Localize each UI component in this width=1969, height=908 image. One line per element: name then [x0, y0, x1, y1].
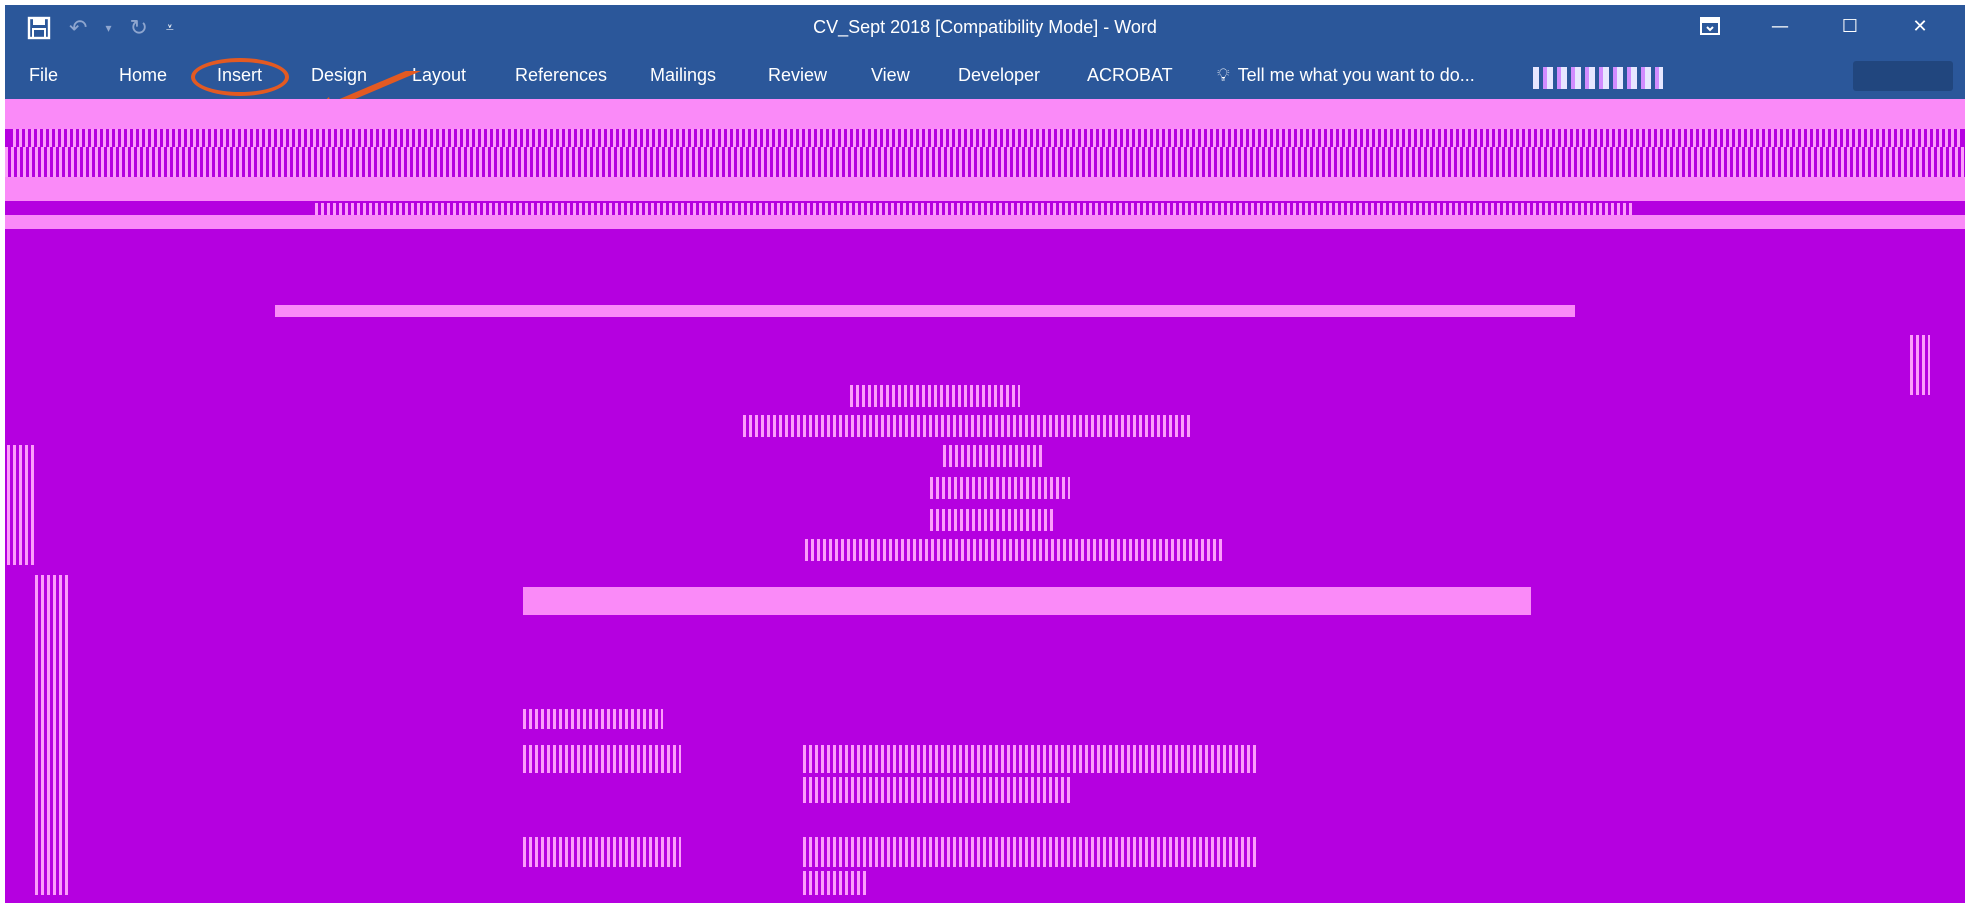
left-margin-noise	[35, 575, 69, 895]
ribbon-bottom-edge	[5, 215, 1965, 229]
ribbon-tabs: File Home Insert Design Layout Reference…	[5, 53, 1965, 117]
insert-highlight-circle	[191, 58, 289, 96]
document-title: CV_Sept 2018 [Compatibility Mode] - Word	[813, 17, 1157, 37]
doc-value-2	[803, 777, 1071, 803]
doc-label-3	[523, 837, 681, 867]
tab-developer[interactable]: Developer	[958, 65, 1040, 86]
doc-label-1	[523, 709, 663, 729]
doc-line-6	[805, 539, 1225, 561]
doc-line-4	[930, 477, 1070, 499]
ruler-bar	[275, 305, 1575, 317]
doc-line-3	[943, 445, 1043, 467]
title-bar: ↶ ▾ ↻ ⩡ CV_Sept 2018 [Compatibility Mode…	[5, 5, 1965, 53]
tab-view[interactable]: View	[871, 65, 910, 86]
minimize-button[interactable]: —	[1745, 9, 1815, 43]
doc-line-5	[930, 509, 1055, 531]
ribbon-display-options-icon[interactable]	[1675, 9, 1745, 43]
ribbon-glyph-band	[5, 177, 1965, 201]
tab-mailings[interactable]: Mailings	[650, 65, 716, 86]
tab-references[interactable]: References	[515, 65, 607, 86]
doc-line-1	[850, 385, 1020, 407]
corrupted-strip	[1533, 67, 1663, 89]
tab-file[interactable]: File	[29, 65, 58, 86]
ribbon-divider	[5, 229, 1965, 235]
doc-value-1	[803, 745, 1258, 773]
ribbon-glyph-noise-1	[13, 129, 1963, 147]
scrollbar-noise[interactable]	[1910, 335, 1930, 395]
close-button[interactable]: ✕	[1885, 9, 1955, 43]
doc-label-2	[523, 745, 681, 773]
ribbon-glyph-noise-2	[5, 147, 1965, 177]
window-controls: — ☐ ✕	[1675, 9, 1955, 43]
tab-acrobat[interactable]: ACROBAT	[1087, 65, 1173, 86]
lightbulb-icon: 💡︎	[1217, 65, 1230, 86]
tab-home[interactable]: Home	[119, 65, 167, 86]
doc-value-4	[803, 871, 869, 895]
ribbon-commands-corrupted	[5, 99, 1965, 129]
word-window: ↶ ▾ ↻ ⩡ CV_Sept 2018 [Compatibility Mode…	[5, 5, 1965, 903]
tell-me-box[interactable]: 💡︎ Tell me what you want to do...	[1217, 65, 1475, 86]
tell-me-text: Tell me what you want to do...	[1237, 65, 1475, 85]
doc-value-3	[803, 837, 1258, 867]
tab-review[interactable]: Review	[768, 65, 827, 86]
maximize-button[interactable]: ☐	[1815, 9, 1885, 43]
nav-pane-noise	[7, 445, 35, 565]
doc-line-2	[743, 415, 1193, 437]
doc-heading-bar	[523, 587, 1531, 615]
share-button[interactable]	[1853, 61, 1953, 91]
